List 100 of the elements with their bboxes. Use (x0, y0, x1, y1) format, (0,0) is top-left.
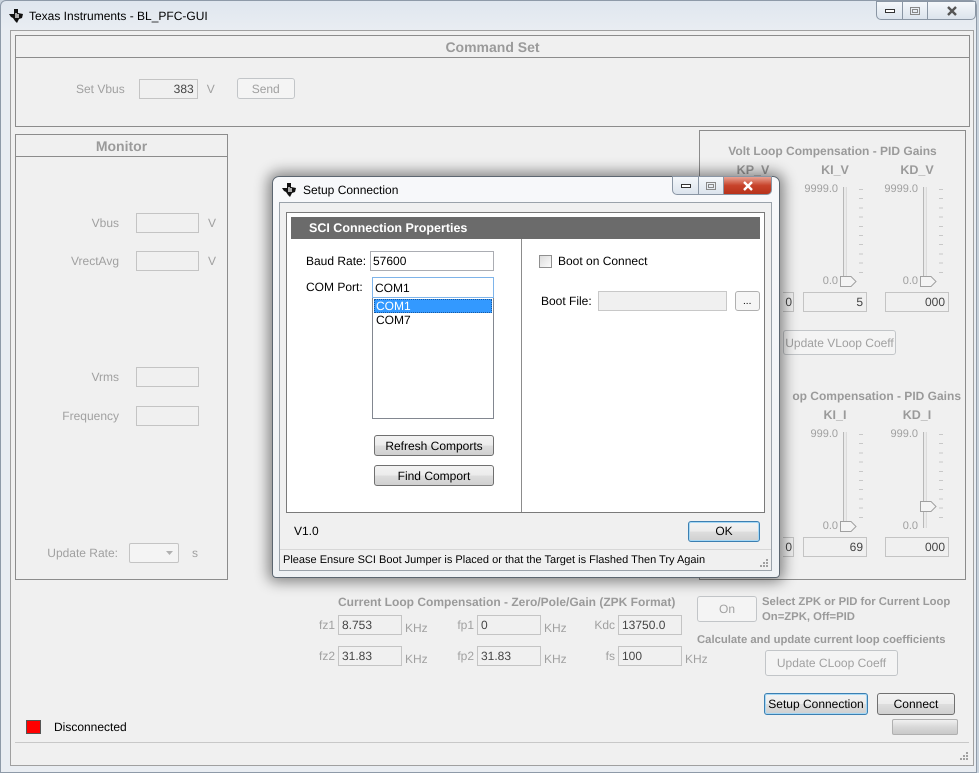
close-button[interactable] (724, 176, 772, 195)
field-label: Kdc (594, 618, 615, 632)
slider-min-label: 0.0 (902, 520, 918, 532)
maximize-icon (910, 6, 920, 14)
slider-max-label: 9999.0 (804, 183, 838, 195)
checkbox-label: Boot on Connect (558, 254, 648, 268)
unit-label: V (208, 254, 216, 268)
section-title: Volt Loop Compensation - PID Gains (728, 144, 937, 158)
close-icon (946, 6, 958, 16)
field-label: Vbus (92, 216, 119, 230)
slider-max-label: 999.0 (810, 428, 838, 440)
readout-field (136, 406, 199, 426)
field-label: Baud Rate: (306, 254, 366, 268)
field-label: fs (606, 649, 615, 663)
mode-hint: Select ZPK or PID for Current Loop (762, 596, 950, 608)
dialog-title: Setup Connection (303, 182, 398, 196)
maximize-icon (706, 182, 716, 190)
slider-thumb[interactable] (840, 276, 857, 287)
list-item[interactable]: COM7 (374, 313, 492, 327)
slider-thumb[interactable] (920, 276, 937, 287)
zpk-field[interactable]: 31.83 (338, 646, 402, 666)
panel-title: Monitor (16, 135, 227, 157)
vbus-field[interactable]: 383 (138, 78, 198, 98)
calculate-hint: Calculate and update current loop coefficients (697, 634, 946, 646)
field-label: fz2 (318, 649, 335, 663)
dropdown-arrow-icon (166, 551, 173, 555)
minimize-button[interactable] (672, 176, 699, 195)
unit-label: KHz (685, 652, 708, 666)
unit-label: KHz (544, 620, 567, 634)
browse-button[interactable]: ... (734, 291, 760, 311)
zpk-field[interactable]: 13750.0 (618, 615, 682, 635)
logo-icon (281, 182, 297, 198)
slider-min-label: 0.0 (902, 275, 918, 287)
field-label: COM Port: (306, 280, 363, 294)
dialog-button[interactable]: Find Comport (374, 465, 494, 486)
baud-rate-field[interactable]: 57600 (370, 251, 494, 271)
minimize-icon (680, 184, 690, 188)
panel-title: Command Set (16, 36, 969, 58)
gain-field[interactable]: 0 (783, 537, 794, 557)
close-icon (742, 180, 754, 190)
gain-field[interactable]: 69 (803, 537, 867, 557)
unit-label: KHz (405, 620, 428, 634)
setup-connection-button[interactable]: Setup Connection (764, 693, 868, 715)
ok-button[interactable]: OK (688, 520, 760, 542)
gain-label: KD_V (900, 163, 934, 177)
close-button[interactable] (928, 1, 976, 20)
field-label: Frequency (62, 409, 119, 423)
slider-min-label: 0.0 (822, 520, 838, 532)
slider-max-label: 9999.0 (884, 183, 918, 195)
logo-icon (8, 8, 24, 24)
slider-min-label: 0.0 (822, 275, 838, 287)
field-label: Boot File: (541, 294, 592, 308)
gain-field[interactable]: 000 (885, 537, 949, 557)
resize-grip-icon[interactable] (759, 558, 769, 568)
port-list[interactable]: COM1 COM7 (372, 298, 494, 419)
group-header: SCI Connection Properties (291, 217, 760, 239)
field-label: Vrms (91, 370, 119, 384)
zpk-field[interactable]: 8.753 (338, 615, 402, 635)
zpk-field[interactable]: 0 (477, 615, 541, 635)
unlabeled-button[interactable] (892, 719, 958, 735)
gain-label: KD_I (902, 408, 932, 422)
readout-field (136, 213, 199, 233)
update-rate-dropdown[interactable] (129, 543, 179, 563)
gain-label: KI_I (824, 408, 846, 422)
minimize-button[interactable] (876, 1, 903, 20)
dialog-button[interactable]: Refresh Comports (374, 435, 494, 456)
gain-label: KP_V (736, 163, 770, 177)
slider-thumb[interactable] (920, 500, 937, 512)
unit-label: V (206, 82, 215, 96)
unit-label: V (208, 216, 216, 230)
window-title: Texas Instruments - BL_PFC-GUI (29, 8, 208, 22)
connect-button[interactable]: Connect (877, 693, 955, 715)
section-title: op Compensation - PID Gains (792, 389, 961, 403)
unit-label: KHz (405, 652, 428, 666)
field-label: Set Vbus (76, 82, 125, 96)
status-message: Please Ensure SCI Boot Jumper is Placed or that the Target is Flashed Then Try Again (283, 554, 706, 566)
resize-grip-icon[interactable] (959, 751, 969, 761)
section-title: Current Loop Compensation - Zero/Pole/Gain (ZPK Format) (338, 595, 676, 609)
minimize-icon (884, 8, 894, 12)
unit-label: s (192, 546, 198, 560)
unit-label: KHz (544, 652, 567, 666)
readout-field (136, 251, 199, 271)
readout-field (136, 367, 199, 387)
zpk-field[interactable]: 100 (618, 646, 682, 666)
gain-field[interactable]: 5 (803, 292, 867, 312)
gain-field[interactable]: 000 (885, 292, 949, 312)
field-label: Update Rate: (47, 546, 118, 560)
slider-thumb[interactable] (840, 521, 857, 532)
slider-max-label: 999.0 (890, 428, 918, 440)
gain-label: KI_V (821, 163, 849, 177)
checkbox[interactable] (539, 254, 552, 268)
zpk-field[interactable]: 31.83 (477, 646, 541, 666)
field-label: fz1 (318, 618, 335, 632)
field-label: fp2 (457, 649, 474, 663)
version-label: V1.0 (294, 524, 319, 538)
field-label: fp1 (457, 618, 474, 632)
com-port-field[interactable]: COM1 (372, 277, 494, 298)
gain-field[interactable]: 0 (783, 292, 794, 312)
field-label: VrectAvg (70, 254, 119, 268)
mode-legend: On=ZPK, Off=PID (762, 611, 950, 623)
